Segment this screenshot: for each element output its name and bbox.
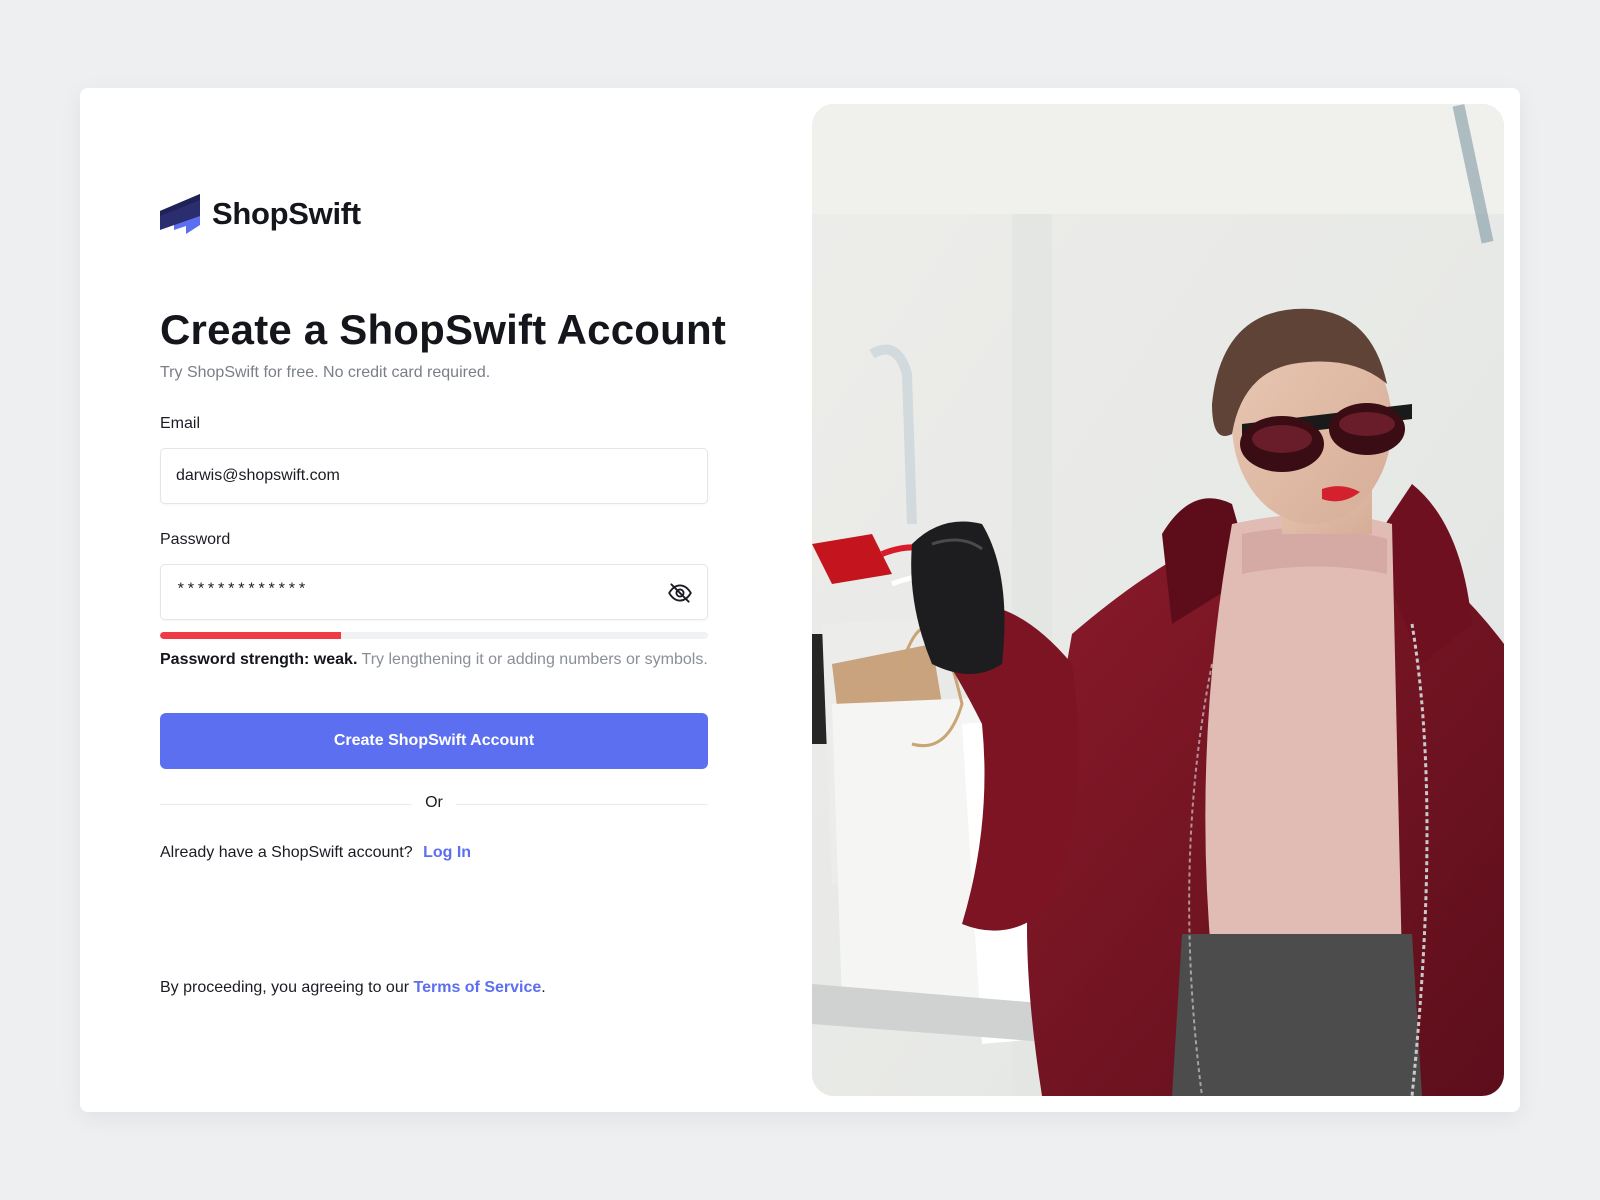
signup-card: ShopSwift Create a ShopSwift Account Try…: [80, 88, 1520, 1112]
page-title: Create a ShopSwift Account: [160, 306, 727, 353]
shopping-woman-illustration: [812, 104, 1504, 1096]
login-prompt: Already have a ShopSwift account?: [160, 844, 413, 861]
or-divider: Or: [160, 792, 708, 816]
terms-of-service-link[interactable]: Terms of Service: [414, 979, 542, 996]
password-field[interactable]: *************: [176, 581, 307, 599]
login-prompt-row: Already have a ShopSwift account? Log In: [160, 844, 471, 862]
brand[interactable]: ShopSwift: [160, 194, 361, 234]
divider-text: Or: [425, 794, 443, 811]
password-strength-bar: [160, 632, 708, 639]
stacked-flag-logo-icon: [160, 194, 200, 234]
password-field-box[interactable]: *************: [160, 564, 708, 620]
email-label: Email: [160, 415, 201, 432]
terms-prefix: By proceeding, you agreeing to our: [160, 979, 414, 996]
password-strength-message: Password strength: weak. Try lengthening…: [160, 648, 708, 672]
create-account-button[interactable]: Create ShopSwift Account: [160, 713, 708, 769]
password-strength-fill: [160, 632, 341, 639]
email-field-box[interactable]: [160, 448, 708, 504]
password-strength-hint: Try lengthening it or adding numbers or …: [357, 651, 708, 668]
page-subtitle: Try ShopSwift for free. No credit card r…: [160, 364, 491, 381]
hero-photo: [812, 104, 1504, 1096]
email-field[interactable]: [176, 449, 646, 503]
login-link[interactable]: Log In: [423, 844, 471, 861]
terms-suffix: .: [541, 979, 546, 996]
terms-row: By proceeding, you agreeing to our Terms…: [160, 979, 546, 997]
brand-name: ShopSwift: [212, 196, 361, 231]
divider-line-right: [456, 804, 708, 805]
password-strength-label: Password strength: weak.: [160, 651, 358, 668]
password-label: Password: [160, 531, 231, 548]
eye-off-icon[interactable]: [667, 580, 693, 606]
signup-form-panel: ShopSwift Create a ShopSwift Account Try…: [160, 194, 726, 1074]
